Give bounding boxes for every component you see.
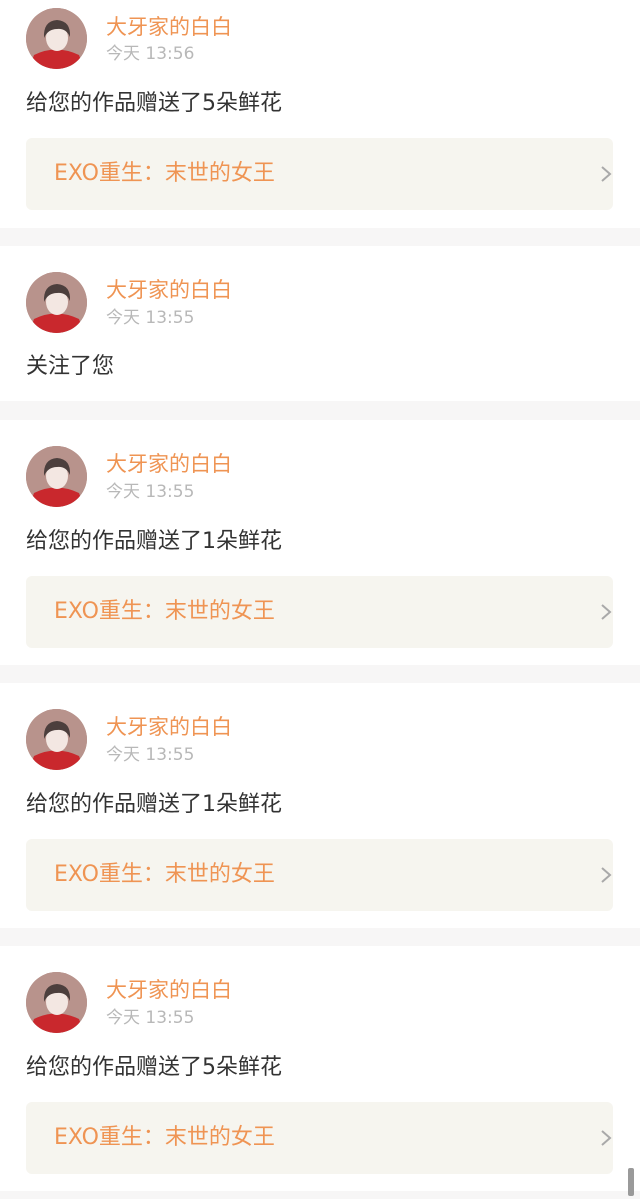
notification-message: 给您的作品赠送了1朵鲜花 bbox=[26, 792, 282, 817]
notification-card: 大牙家的白白 今天 13:55 给您的作品赠送了1朵鲜花 EXO重生：末世的女王 bbox=[0, 420, 640, 665]
avatar-icon[interactable] bbox=[26, 709, 87, 770]
timestamp: 今天 13:55 bbox=[106, 308, 195, 328]
work-title: EXO重生：末世的女王 bbox=[54, 1125, 275, 1150]
username[interactable]: 大牙家的白白 bbox=[106, 451, 232, 477]
username[interactable]: 大牙家的白白 bbox=[106, 277, 232, 303]
avatar-icon[interactable] bbox=[26, 446, 87, 507]
work-link[interactable]: EXO重生：末世的女王 bbox=[26, 1102, 613, 1174]
notification-card: 大牙家的白白 今天 13:56 给您的作品赠送了5朵鲜花 EXO重生：末世的女王 bbox=[0, 0, 640, 228]
timestamp: 今天 13:55 bbox=[106, 1008, 195, 1028]
username[interactable]: 大牙家的白白 bbox=[106, 714, 232, 740]
notification-message: 关注了您 bbox=[26, 354, 115, 379]
notification-card: 大牙家的白白 今天 13:55 关注了您 bbox=[0, 246, 640, 401]
work-link[interactable]: EXO重生：末世的女王 bbox=[26, 839, 613, 911]
avatar-icon[interactable] bbox=[26, 272, 87, 333]
notification-card: 大牙家的白白 今天 13:55 给您的作品赠送了1朵鲜花 EXO重生：末世的女王 bbox=[0, 683, 640, 928]
avatar-icon[interactable] bbox=[26, 8, 87, 69]
scrollbar[interactable] bbox=[628, 1168, 634, 1196]
timestamp: 今天 13:56 bbox=[106, 44, 195, 64]
notification-message: 给您的作品赠送了1朵鲜花 bbox=[26, 529, 282, 554]
chevron-right-icon bbox=[601, 1130, 612, 1146]
work-title: EXO重生：末世的女王 bbox=[54, 161, 275, 186]
work-title: EXO重生：末世的女王 bbox=[54, 862, 275, 887]
work-link[interactable]: EXO重生：末世的女王 bbox=[26, 138, 613, 210]
notification-card: 大牙家的白白 今天 13:55 给您的作品赠送了5朵鲜花 EXO重生：末世的女王 bbox=[0, 946, 640, 1191]
chevron-right-icon bbox=[601, 166, 612, 182]
username[interactable]: 大牙家的白白 bbox=[106, 977, 232, 1003]
avatar-icon[interactable] bbox=[26, 972, 87, 1033]
chevron-right-icon bbox=[601, 867, 612, 883]
chevron-right-icon bbox=[601, 604, 612, 620]
timestamp: 今天 13:55 bbox=[106, 745, 195, 765]
notification-message: 给您的作品赠送了5朵鲜花 bbox=[26, 91, 282, 116]
work-title: EXO重生：末世的女王 bbox=[54, 599, 275, 624]
notification-message: 给您的作品赠送了5朵鲜花 bbox=[26, 1055, 282, 1080]
work-link[interactable]: EXO重生：末世的女王 bbox=[26, 576, 613, 648]
timestamp: 今天 13:55 bbox=[106, 482, 195, 502]
username[interactable]: 大牙家的白白 bbox=[106, 14, 232, 40]
